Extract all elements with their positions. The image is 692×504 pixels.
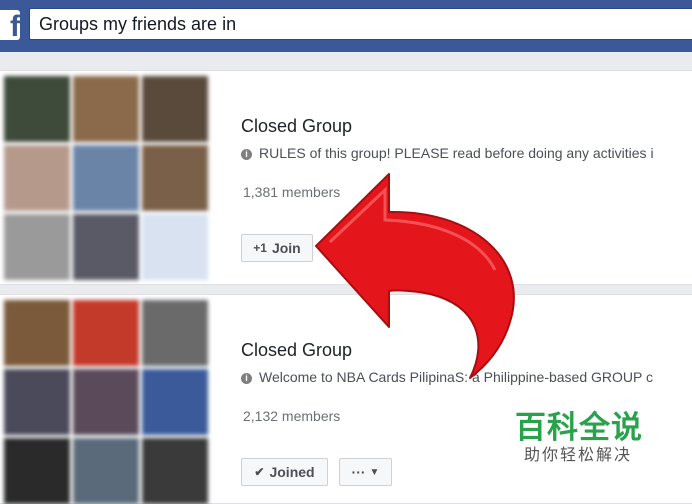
search-query: Groups my friends are in	[39, 14, 237, 34]
group-description-text: Welcome to NBA Cards PilipinaS: a Philip…	[259, 369, 653, 385]
group-privacy[interactable]: Closed Group	[241, 340, 352, 361]
group-description: i Welcome to NBA Cards PilipinaS: a Phili…	[241, 369, 653, 385]
checkmark-icon: ✔	[254, 465, 265, 479]
member-photo	[4, 438, 70, 504]
info-icon: i	[241, 149, 252, 160]
join-button[interactable]: +1 Join	[241, 234, 313, 262]
member-photo	[142, 214, 208, 280]
member-count[interactable]: 1,381 members	[243, 184, 340, 200]
search-input[interactable]: Groups my friends are in	[29, 8, 692, 40]
more-options-button[interactable]: ··· ▼	[339, 458, 392, 486]
member-photo	[142, 438, 208, 504]
member-photo	[73, 438, 139, 504]
watermark-subtitle: 助你轻松解决	[524, 447, 633, 464]
group-description: i RULES of this group! PLEASE read before…	[241, 145, 654, 161]
joined-label: Joined	[269, 464, 315, 480]
member-photo-grid[interactable]	[4, 300, 208, 504]
member-photo-grid[interactable]	[4, 76, 208, 280]
group-description-text: RULES of this group! PLEASE read before …	[259, 145, 654, 161]
member-photo	[142, 300, 208, 366]
member-photo	[4, 369, 70, 435]
member-photo	[73, 214, 139, 280]
info-icon: i	[241, 373, 252, 384]
member-photo	[4, 214, 70, 280]
group-privacy[interactable]: Closed Group	[241, 116, 352, 137]
facebook-logo[interactable]: f	[0, 10, 20, 40]
more-icon: ···	[351, 464, 366, 480]
member-photo	[142, 76, 208, 142]
add-icon: +1	[253, 241, 267, 255]
group-card: Closed Group i Welcome to NBA Cards Pilip…	[0, 294, 692, 504]
member-photo	[73, 300, 139, 366]
member-photo	[142, 369, 208, 435]
top-bar: f Groups my friends are in	[0, 0, 692, 52]
member-photo	[73, 369, 139, 435]
member-photo	[73, 76, 139, 142]
member-photo	[4, 145, 70, 211]
joined-button[interactable]: ✔ Joined	[241, 458, 328, 486]
join-label: Join	[271, 240, 301, 256]
group-card: Closed Group i RULES of this group! PLEAS…	[0, 70, 692, 285]
member-count[interactable]: 2,132 members	[243, 408, 340, 424]
member-photo	[73, 145, 139, 211]
member-photo	[142, 145, 208, 211]
dropdown-caret-icon: ▼	[369, 466, 380, 478]
member-photo	[4, 300, 70, 366]
member-photo	[4, 76, 70, 142]
